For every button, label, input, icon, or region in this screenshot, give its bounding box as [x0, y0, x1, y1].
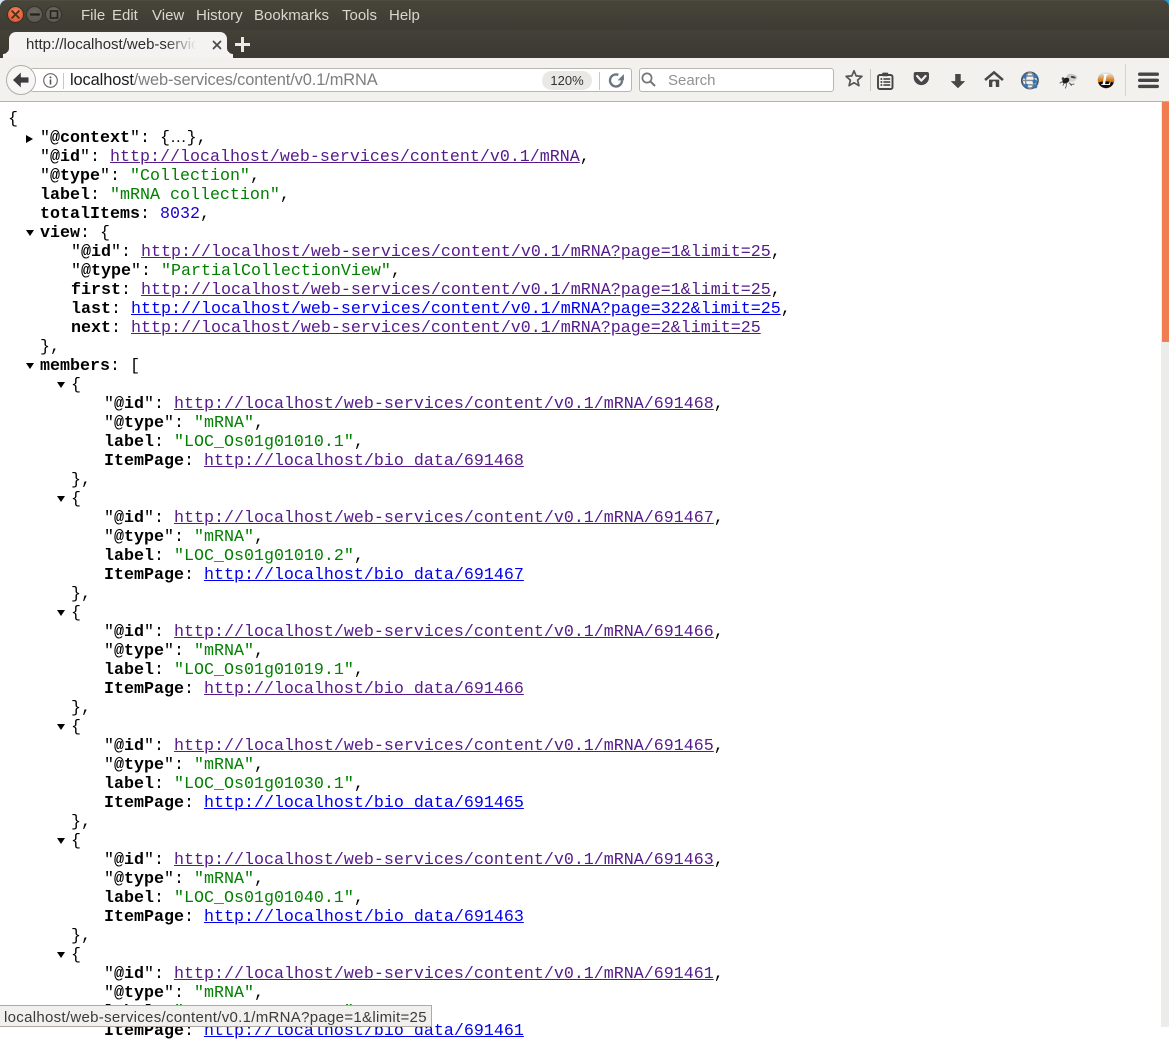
svg-text:L: L — [1100, 70, 1111, 89]
